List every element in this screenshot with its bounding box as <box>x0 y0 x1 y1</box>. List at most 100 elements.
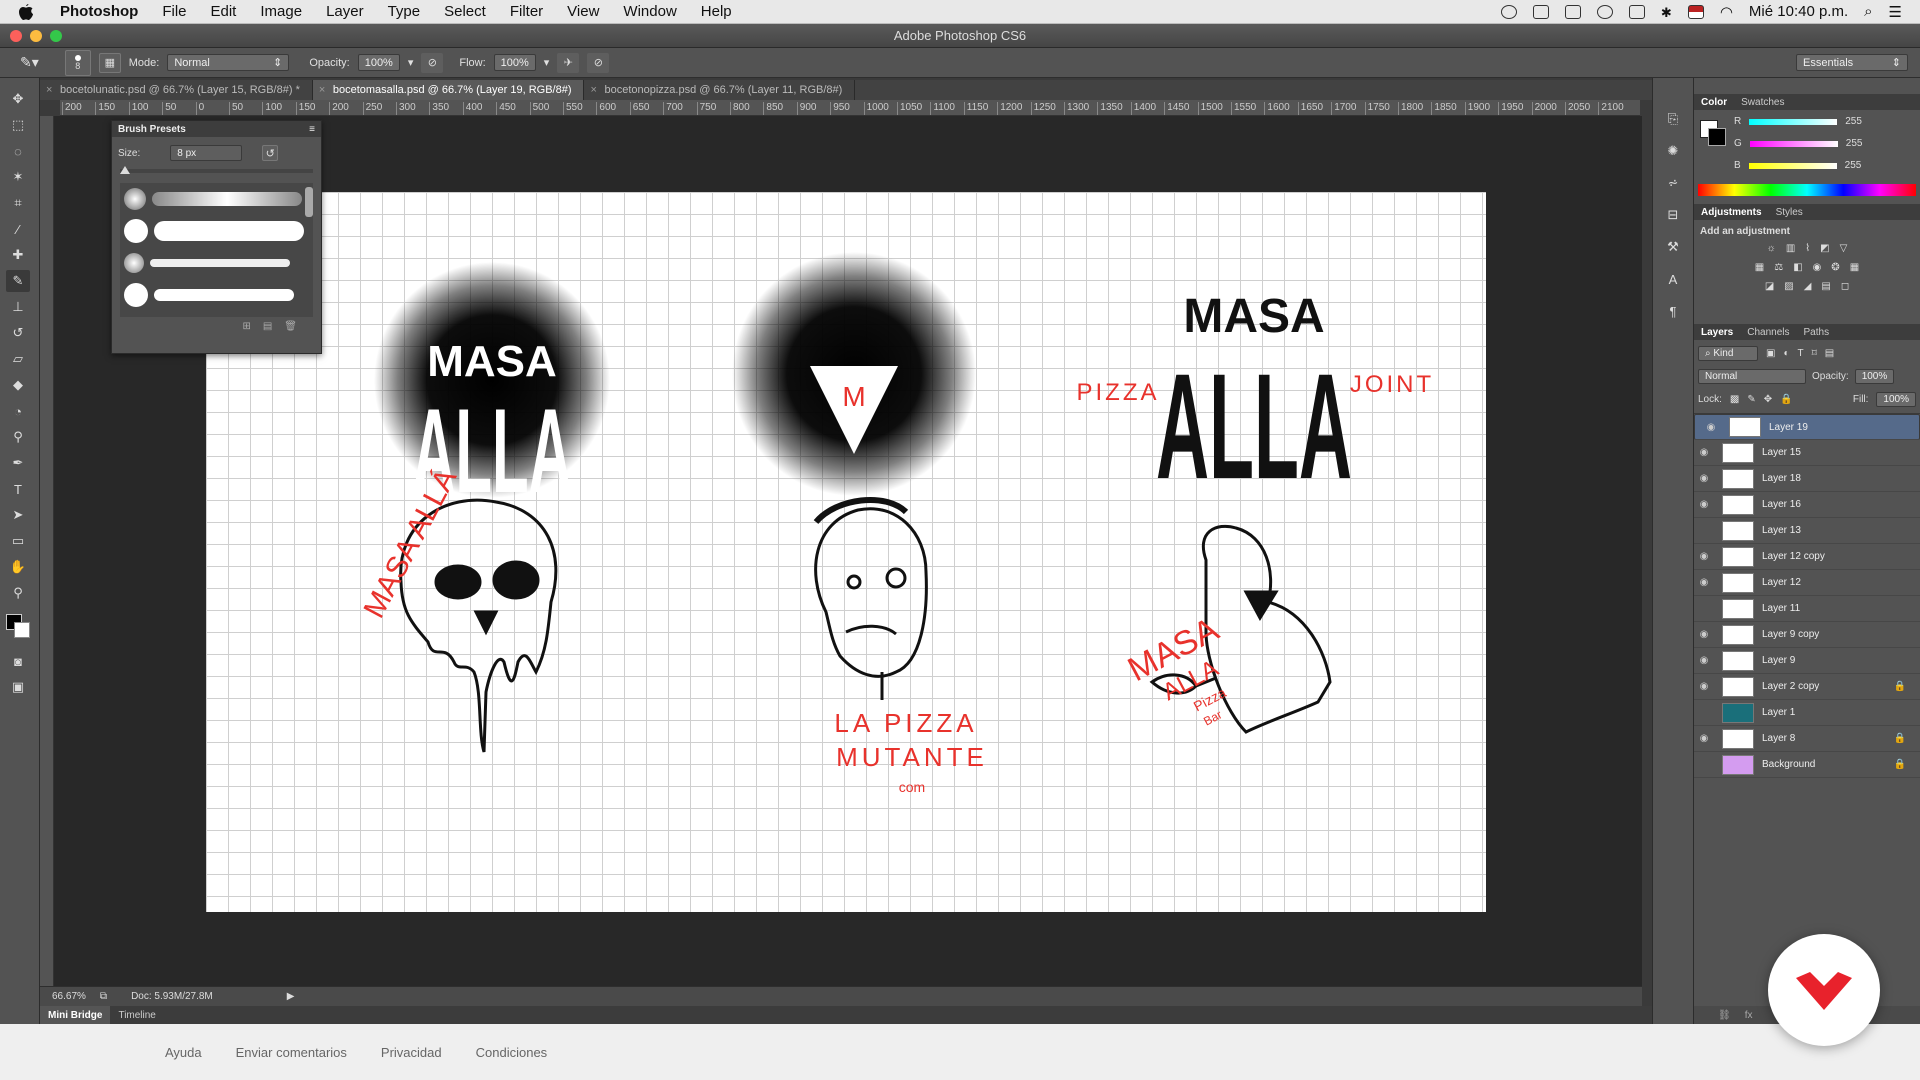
airplay-icon[interactable] <box>1628 4 1645 19</box>
clone-stamp-tool-icon[interactable]: ⊥ <box>6 296 30 318</box>
menu-edit[interactable]: Edit <box>199 3 249 20</box>
brush-tool-icon[interactable]: ✎▾ <box>20 54 39 71</box>
tab-paths[interactable]: Paths <box>1797 327 1837 338</box>
close-tab-icon[interactable]: × <box>46 84 52 96</box>
tab-color[interactable]: Color <box>1694 97 1734 108</box>
crop-tool-icon[interactable]: ⌗ <box>6 192 30 214</box>
menu-select[interactable]: Select <box>432 3 498 20</box>
footer-link-condiciones[interactable]: Condiciones <box>476 1045 548 1060</box>
status-info-icon[interactable]: ⧉ <box>100 991 107 1002</box>
b-slider[interactable] <box>1748 162 1837 169</box>
layer-row[interactable]: ◉ Layer 2 copy 🔒 <box>1694 674 1920 700</box>
menu-image[interactable]: Image <box>248 3 314 20</box>
layer-row[interactable]: ◉ Layer 12 <box>1694 570 1920 596</box>
filter-smart-icon[interactable]: ▤ <box>1825 348 1834 359</box>
zoom-tool-icon[interactable]: ⚲ <box>6 582 30 604</box>
menu-filter[interactable]: Filter <box>498 3 555 20</box>
brush-panel-icon[interactable]: ✺ <box>1661 140 1685 162</box>
tab-layers[interactable]: Layers <box>1694 327 1740 338</box>
color-swatches[interactable] <box>0 610 39 644</box>
menu-window[interactable]: Window <box>611 3 688 20</box>
paragraph-panel-icon[interactable]: ¶ <box>1661 300 1685 322</box>
layer-row[interactable]: ◉ Layer 12 copy <box>1694 544 1920 570</box>
hand-tool-icon[interactable]: ✋ <box>6 556 30 578</box>
pressure-size-icon[interactable]: ⊘ <box>587 52 610 73</box>
posterize-icon[interactable]: ▨ <box>1784 281 1793 292</box>
lock-transparent-icon[interactable]: ▩ <box>1730 394 1739 405</box>
b-value[interactable]: 255 <box>1845 160 1862 171</box>
menu-app-name[interactable]: Photoshop <box>48 3 150 20</box>
layer-row[interactable]: ◉ Layer 9 <box>1694 648 1920 674</box>
spotlight-icon[interactable]: ⌕ <box>1864 3 1872 20</box>
tab-bocetonopizza[interactable]: × bocetonopizza.psd @ 66.7% (Layer 11, RG… <box>584 80 856 100</box>
panel-menu-icon[interactable]: ≡ <box>309 124 315 135</box>
r-value[interactable]: 255 <box>1845 116 1862 127</box>
airbrush-icon[interactable]: ✈ <box>557 52 580 73</box>
dropbox-icon[interactable] <box>1532 4 1549 19</box>
properties-panel-icon[interactable]: ⊟ <box>1661 204 1685 226</box>
zoom-window-button[interactable] <box>50 30 62 42</box>
workspace-switcher[interactable]: Essentials ⇕ <box>1796 54 1908 71</box>
tab-timeline[interactable]: Timeline <box>110 1006 163 1024</box>
slider-thumb[interactable] <box>120 166 130 174</box>
layer-filter-kind[interactable]: ⌕ Kind <box>1698 346 1758 361</box>
black-white-icon[interactable]: ◧ <box>1793 262 1802 273</box>
link-layers-icon[interactable]: ⛓ <box>1718 1010 1731 1021</box>
g-slider[interactable] <box>1749 140 1838 147</box>
history-brush-tool-icon[interactable]: ↺ <box>6 322 30 344</box>
visibility-eye-icon[interactable]: ◉ <box>1694 655 1714 666</box>
paint-bucket-tool-icon[interactable]: ◆ <box>6 374 30 396</box>
shape-tool-icon[interactable]: ▭ <box>6 530 30 552</box>
invert-icon[interactable]: ◪ <box>1765 281 1774 292</box>
threshold-icon[interactable]: ◢ <box>1804 281 1812 292</box>
brush-size-field[interactable]: 8 px <box>170 145 243 161</box>
histogram-panel-icon[interactable]: ⩫ <box>1661 172 1685 194</box>
layer-row[interactable]: ◉ Layer 9 copy <box>1694 622 1920 648</box>
footer-link-comentarios[interactable]: Enviar comentarios <box>236 1045 347 1060</box>
menu-clock[interactable]: Mié 10:40 p.m. <box>1749 3 1848 20</box>
bluetooth-icon[interactable]: ✱ <box>1661 5 1672 20</box>
new-brush-icon[interactable]: ▤ <box>263 321 272 332</box>
close-window-button[interactable] <box>10 30 22 42</box>
apple-icon[interactable] <box>16 2 36 22</box>
type-tool-icon[interactable]: T <box>6 478 30 500</box>
g-value[interactable]: 255 <box>1846 138 1863 149</box>
tab-channels[interactable]: Channels <box>1740 327 1796 338</box>
exposure-icon[interactable]: ◩ <box>1820 243 1829 254</box>
status-menu-arrow-icon[interactable]: ▶ <box>287 991 295 1002</box>
fill-field[interactable]: 100% <box>1876 392 1916 407</box>
lock-pixels-icon[interactable]: ✎ <box>1747 394 1755 405</box>
visibility-eye-icon[interactable]: ◉ <box>1694 629 1714 640</box>
color-lookup-icon[interactable]: ▦ <box>1850 262 1859 273</box>
wifi-icon[interactable]: ◠ <box>1720 3 1733 21</box>
filter-shape-icon[interactable]: ⌑ <box>1812 348 1817 359</box>
zoom-level[interactable]: 66.67% <box>52 991 86 1002</box>
tab-styles[interactable]: Styles <box>1769 207 1810 218</box>
character-panel-icon[interactable]: A <box>1661 268 1685 290</box>
layer-row[interactable]: Layer 1 <box>1694 700 1920 726</box>
color-balance-icon[interactable]: ⚖ <box>1774 262 1783 273</box>
layer-row[interactable]: Background 🔒 <box>1694 752 1920 778</box>
brightness-icon[interactable]: ☼ <box>1767 243 1776 254</box>
layer-row[interactable]: ◉ Layer 16 <box>1694 492 1920 518</box>
visibility-eye-icon[interactable]: ◉ <box>1694 577 1714 588</box>
close-tab-icon[interactable]: × <box>319 84 325 96</box>
visibility-eye-icon[interactable]: ◉ <box>1694 551 1714 562</box>
layer-blend-mode-select[interactable]: Normal <box>1698 369 1806 384</box>
brush-preset-item[interactable] <box>120 183 313 215</box>
toggle-brush-panel-icon[interactable]: ⊞ <box>242 321 250 332</box>
dodge-tool-icon[interactable]: ⚲ <box>6 426 30 448</box>
mode-select[interactable]: Normal ⇕ <box>167 54 290 71</box>
visibility-eye-icon[interactable]: ◉ <box>1694 733 1714 744</box>
tab-swatches[interactable]: Swatches <box>1734 97 1791 108</box>
levels-icon[interactable]: ▥ <box>1786 243 1795 254</box>
brush-preset-item[interactable] <box>120 215 313 247</box>
brush-presets-header[interactable]: Brush Presets ≡ <box>112 121 321 137</box>
minimize-window-button[interactable] <box>30 30 42 42</box>
channel-mixer-icon[interactable]: ❂ <box>1831 262 1839 273</box>
tab-adjustments[interactable]: Adjustments <box>1694 207 1769 218</box>
move-tool-icon[interactable]: ✥ <box>6 88 30 110</box>
visibility-eye-icon[interactable]: ◉ <box>1694 681 1714 692</box>
creative-cloud-icon[interactable] <box>1500 4 1517 19</box>
tab-bocetomasalla[interactable]: × bocetomasalla.psd @ 66.7% (Layer 19, RG… <box>312 80 585 100</box>
